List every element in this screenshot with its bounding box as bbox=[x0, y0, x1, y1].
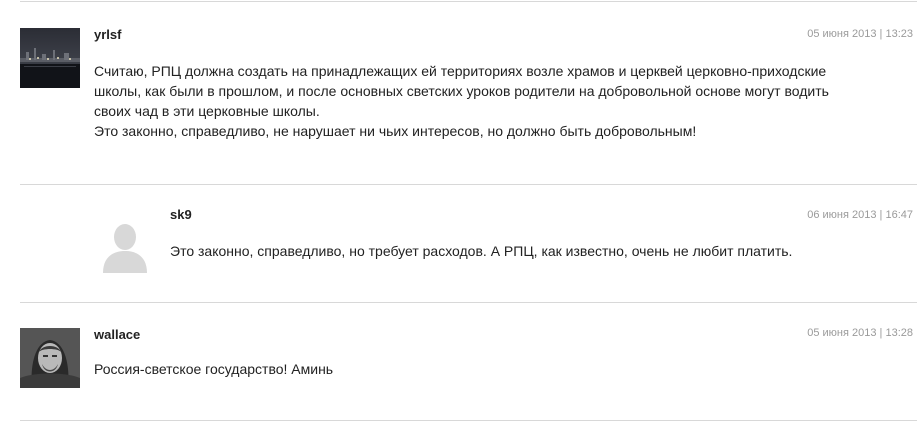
comment-text: Это законно, справедливо, но требует рас… bbox=[170, 241, 910, 261]
comment-text-line: Россия-светское государство! Аминь bbox=[94, 361, 334, 377]
comment-text-line: Это законно, справедливо, не нарушает ни… bbox=[94, 123, 697, 139]
divider bbox=[20, 420, 917, 421]
comment-text: Россия-светское государство! Аминь bbox=[94, 359, 904, 379]
comment-text-line: Это законно, справедливо, но требует рас… bbox=[170, 243, 793, 259]
comment-yrlsf: yrlsf 05 июня 2013 | 13:23 Считаю, РПЦ д… bbox=[0, 0, 917, 184]
comment-date: 05 июня 2013 | 13:23 bbox=[807, 28, 913, 40]
comment-sk9: sk9 06 июня 2013 | 16:47 Это законно, сп… bbox=[0, 185, 917, 302]
comment-wallace: wallace 05 июня 2013 | 13:28 Россия-свет… bbox=[0, 303, 917, 421]
default-user-avatar bbox=[95, 217, 155, 273]
comment-date: 06 июня 2013 | 16:47 bbox=[807, 209, 913, 221]
comment-author[interactable]: yrlsf bbox=[94, 27, 121, 42]
comment-author[interactable]: sk9 bbox=[170, 207, 192, 222]
comment-text-line: Считаю, РПЦ должна создать на принадлежа… bbox=[94, 63, 827, 79]
avatar[interactable] bbox=[20, 328, 80, 388]
comment-date: 05 июня 2013 | 13:28 bbox=[807, 327, 913, 339]
night-city-photo-avatar bbox=[20, 28, 80, 88]
avatar[interactable] bbox=[95, 217, 155, 273]
comment-text-line: своих чад в эти церковные школы. bbox=[94, 103, 320, 119]
comment-author[interactable]: wallace bbox=[94, 327, 140, 342]
comment-text: Считаю, РПЦ должна создать на принадлежа… bbox=[94, 61, 904, 141]
comment-text-line: школы, как были в прошлом, и после основ… bbox=[94, 83, 829, 99]
portrait-photo-avatar bbox=[20, 328, 80, 388]
avatar[interactable] bbox=[20, 28, 80, 88]
